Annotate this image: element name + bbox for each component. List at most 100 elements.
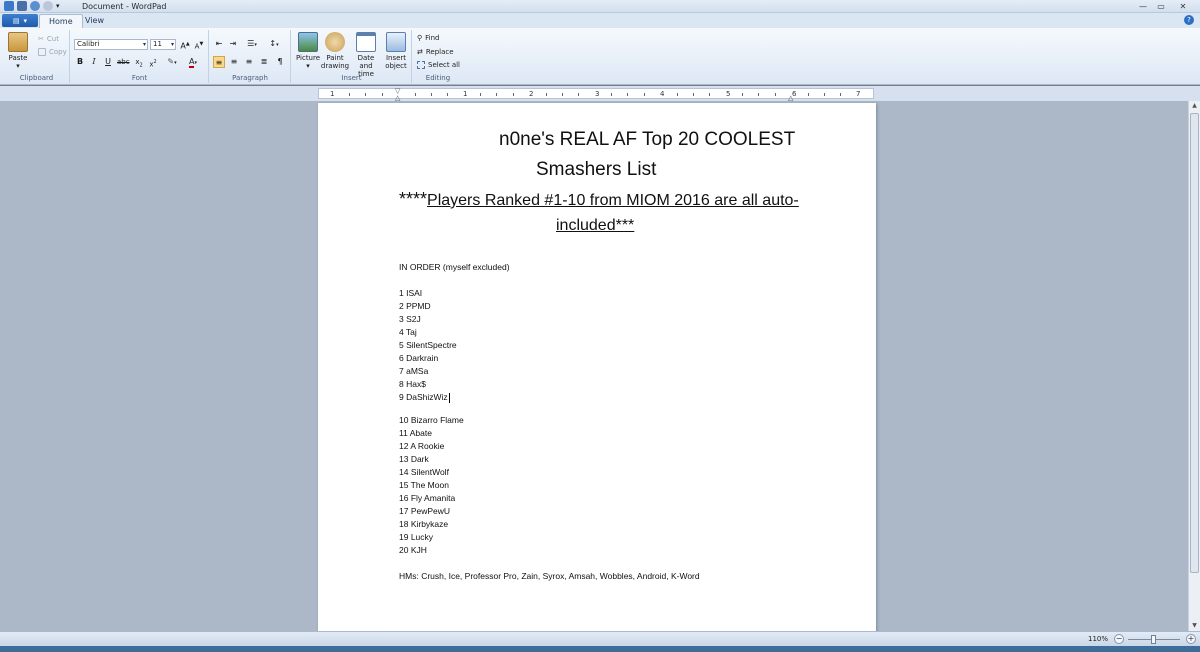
- list-item: 12 A Rookie: [399, 441, 445, 451]
- grow-font-button[interactable]: A▲: [179, 38, 191, 51]
- insert-object-button[interactable]: Insert object: [383, 32, 409, 70]
- font-group-label: Font: [131, 74, 148, 82]
- bullet-list-button[interactable]: ☰▾: [243, 38, 261, 50]
- zoom-out-button[interactable]: −: [1114, 634, 1124, 644]
- list-item: 2 PPMD: [399, 301, 431, 311]
- replace-icon: ⇄: [417, 48, 423, 56]
- align-center-button[interactable]: ≡: [228, 56, 240, 68]
- copy-icon: [38, 48, 46, 56]
- superscript-button[interactable]: x2: [147, 56, 159, 68]
- insert-group-label: Insert: [341, 74, 362, 82]
- decrease-indent-icon[interactable]: ⇤: [213, 38, 225, 50]
- paragraph-group: ⇤ ⇥ ☰▾ ↕▾ ≡ ≡ ≡ ≣ ¶ Paragraph: [210, 30, 291, 83]
- app-menu-button[interactable]: ▤ ▾: [2, 14, 38, 27]
- copy-button[interactable]: Copy: [38, 47, 67, 57]
- paragraph-group-label: Paragraph: [232, 74, 268, 82]
- clipboard-group: Paste ▾ ✂ Cut Copy Clipboard: [4, 30, 70, 83]
- paste-button[interactable]: Paste ▾: [8, 32, 28, 70]
- underline-button[interactable]: U: [102, 56, 114, 68]
- document-page[interactable]: n0ne's REAL AF Top 20 COOLEST Smashers L…: [318, 103, 876, 631]
- line-spacing-button[interactable]: ↕▾: [265, 38, 283, 50]
- select-all-button[interactable]: Select all: [417, 60, 460, 70]
- zoom-level: 110%: [1088, 635, 1109, 643]
- list-item: 17 PewPewU: [399, 506, 451, 516]
- list-item: 1 ISAI: [399, 288, 423, 298]
- tab-view[interactable]: View: [76, 14, 113, 28]
- status-bar: 110% − +: [0, 631, 1200, 646]
- chevron-down-icon: ▾: [23, 16, 28, 25]
- font-family-select[interactable]: Calibri ▾: [74, 39, 148, 50]
- highlight-color-button[interactable]: ✎▾: [164, 56, 180, 68]
- scroll-down-icon[interactable]: ▼: [1189, 621, 1200, 631]
- editing-group-label: Editing: [425, 74, 451, 82]
- find-button[interactable]: ⚲ Find: [417, 33, 439, 43]
- object-icon: [386, 32, 406, 52]
- picture-button[interactable]: Picture ▾: [295, 32, 321, 70]
- strikethrough-button[interactable]: abc: [117, 56, 130, 68]
- list-item: 10 Bizarro Flame: [399, 415, 464, 425]
- window-title: Document - WordPad: [82, 2, 167, 11]
- chevron-down-icon: ▾: [16, 62, 20, 70]
- ruler-bar: 1 1 2 3 4 5 6 7 ▽ △ △: [0, 86, 1200, 102]
- paragraph-settings-icon[interactable]: ¶: [274, 56, 286, 68]
- select-all-icon: [417, 61, 425, 69]
- help-icon[interactable]: ?: [1184, 15, 1194, 25]
- subscript-button[interactable]: x2: [133, 56, 145, 68]
- zoom-in-button[interactable]: +: [1186, 634, 1196, 644]
- increase-indent-icon[interactable]: ⇥: [227, 38, 239, 50]
- list-item: 14 SilentWolf: [399, 467, 449, 477]
- list-item: 16 Fly Amanita: [399, 493, 456, 503]
- font-size-select[interactable]: 11 ▾: [150, 39, 176, 50]
- cut-button[interactable]: ✂ Cut: [38, 34, 59, 44]
- doc-intro: IN ORDER (myself excluded): [399, 262, 510, 272]
- list-item: 7 aMSa: [399, 366, 429, 376]
- binoculars-icon: ⚲: [417, 34, 423, 42]
- calendar-icon: [356, 32, 376, 52]
- text-cursor: [448, 392, 450, 403]
- list-item: 20 KJH: [399, 545, 427, 555]
- paint-palette-icon: [325, 32, 345, 52]
- zoom-slider-thumb[interactable]: [1151, 635, 1156, 644]
- list-item: 6 Darkrain: [399, 353, 439, 363]
- chevron-down-icon: ▾: [170, 41, 174, 48]
- bold-button[interactable]: B: [74, 56, 86, 68]
- undo-icon[interactable]: [30, 1, 40, 11]
- list-item: 11 Abate: [399, 428, 432, 438]
- chevron-down-icon: ▾: [306, 62, 310, 70]
- align-left-button[interactable]: ≡: [213, 56, 225, 68]
- minimize-button[interactable]: —: [1134, 0, 1152, 12]
- scroll-up-icon[interactable]: ▲: [1189, 101, 1200, 111]
- date-time-button[interactable]: Date and time: [350, 32, 382, 78]
- title-bar: ▾ Document - WordPad — ▭ ✕: [0, 0, 1200, 13]
- ribbon-tab-row: ▤ ▾ Home View ?: [0, 13, 1200, 28]
- doc-title-line-1: n0ne's REAL AF Top 20 COOLEST: [499, 129, 796, 150]
- maximize-button[interactable]: ▭: [1152, 0, 1170, 12]
- shrink-font-button[interactable]: A▼: [193, 38, 205, 50]
- list-item: 8 Hax$: [399, 379, 426, 389]
- align-right-button[interactable]: ≡: [243, 56, 255, 68]
- replace-button[interactable]: ⇄ Replace: [417, 47, 454, 57]
- scissors-icon: ✂: [38, 35, 44, 43]
- close-button[interactable]: ✕: [1170, 0, 1196, 12]
- font-group: Calibri ▾ 11 ▾ A▲ A▼ B I U abc x2 x2 ✎▾ …: [71, 30, 209, 83]
- doc-subtitle-line-1: ****Players Ranked #1-10 from MIOM 2016 …: [399, 189, 799, 209]
- list-item: 18 Kirbykaze: [399, 519, 449, 529]
- clipboard-group-label: Clipboard: [19, 74, 54, 82]
- list-item: 3 S2J: [399, 314, 421, 324]
- list-item: 4 Taj: [399, 327, 417, 337]
- justify-button[interactable]: ≣: [258, 56, 270, 68]
- italic-button[interactable]: I: [88, 56, 100, 68]
- ruler[interactable]: 1 1 2 3 4 5 6 7 ▽ △ △: [318, 87, 874, 102]
- doc-subtitle-line-2: included***: [556, 217, 635, 234]
- redo-icon[interactable]: [43, 1, 53, 11]
- taskbar: [0, 646, 1200, 652]
- text-color-button[interactable]: A▾: [184, 56, 202, 68]
- customize-toolbar-icon[interactable]: ▾: [56, 1, 66, 11]
- window-controls: — ▭ ✕: [1134, 0, 1196, 12]
- list-item: 9 DaShizWiz: [399, 392, 450, 403]
- scrollbar-thumb[interactable]: [1190, 113, 1199, 573]
- paint-drawing-button[interactable]: Paint drawing: [321, 32, 349, 70]
- save-icon[interactable]: [17, 1, 27, 11]
- vertical-scrollbar[interactable]: ▲ ▼: [1188, 101, 1200, 631]
- list-item: 19 Lucky: [399, 532, 434, 542]
